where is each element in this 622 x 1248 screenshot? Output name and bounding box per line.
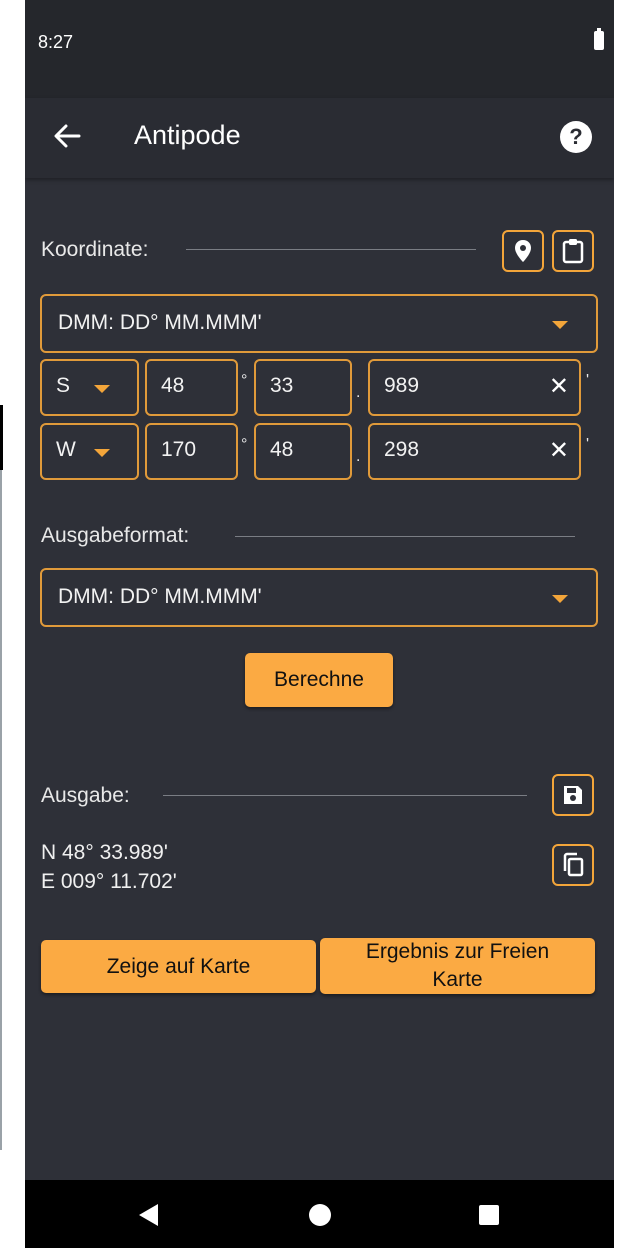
phone-screen: 8:27 Antipode ? Koordinate: DMM: DD° MM.… — [25, 0, 614, 1248]
decimal-separator: . — [356, 448, 361, 465]
help-button[interactable]: ? — [560, 121, 592, 153]
latitude-minutes-field[interactable]: 33 — [254, 359, 352, 416]
calculate-button[interactable]: Berechne — [245, 653, 393, 707]
longitude-minutes-value: 48 — [270, 438, 294, 461]
result-text: N 48° 33.989' E 009° 11.702' — [41, 838, 177, 896]
nav-home-icon[interactable] — [309, 1204, 331, 1226]
copy-button[interactable] — [552, 844, 594, 886]
save-icon — [564, 786, 582, 804]
location-button[interactable] — [502, 230, 544, 272]
output-format-divider — [235, 536, 575, 537]
left-edge-light — [0, 470, 2, 1150]
chevron-down-icon — [94, 449, 110, 457]
latitude-hemisphere-select[interactable]: S — [40, 359, 139, 416]
coordinate-divider — [186, 249, 476, 250]
app-bar: Antipode ? — [25, 98, 614, 178]
output-label: Ausgabe: — [41, 784, 130, 807]
status-bar: 8:27 — [25, 0, 614, 98]
page-title: Antipode — [134, 120, 241, 150]
latitude-decimal-value: 989 — [384, 374, 420, 397]
latitude-degrees-field[interactable]: 48 — [145, 359, 238, 416]
longitude-minutes-field[interactable]: 48 — [254, 423, 352, 480]
latitude-decimal-field[interactable]: 989 ✕ — [368, 359, 581, 416]
decimal-separator: . — [356, 384, 361, 401]
nav-recents-icon[interactable] — [479, 1205, 499, 1225]
show-on-map-button[interactable]: Zeige auf Karte — [41, 940, 316, 993]
arrow-back-icon — [54, 124, 81, 148]
degree-symbol: ° — [241, 436, 248, 453]
result-line-1: N 48° 33.989' — [41, 841, 168, 864]
input-format-select[interactable]: DMM: DD° MM.MMM' — [40, 294, 598, 353]
longitude-decimal-value: 298 — [384, 438, 420, 461]
longitude-decimal-field[interactable]: 298 ✕ — [368, 423, 581, 480]
degree-symbol: ° — [241, 372, 248, 389]
output-format-label: Ausgabeformat: — [41, 524, 190, 547]
chevron-down-icon — [552, 595, 568, 603]
longitude-degrees-field[interactable]: 170 — [145, 423, 238, 480]
longitude-hemisphere-value: W — [56, 438, 76, 461]
longitude-hemisphere-select[interactable]: W — [40, 423, 139, 480]
clear-icon[interactable]: ✕ — [549, 373, 569, 401]
minute-symbol: ' — [586, 372, 590, 389]
system-nav-bar — [25, 1180, 614, 1248]
to-free-map-button[interactable]: Ergebnis zur Freien Karte — [320, 938, 595, 994]
output-format-select[interactable]: DMM: DD° MM.MMM' — [40, 568, 598, 627]
clear-icon[interactable]: ✕ — [549, 437, 569, 465]
back-button[interactable] — [51, 118, 83, 154]
chevron-down-icon — [552, 321, 568, 329]
copy-icon — [563, 852, 584, 877]
nav-back-icon[interactable] — [139, 1204, 158, 1226]
latitude-degrees-value: 48 — [161, 374, 185, 397]
coordinate-label: Koordinate: — [41, 238, 149, 261]
status-time: 8:27 — [38, 32, 74, 52]
output-format-value: DMM: DD° MM.MMM' — [58, 585, 262, 608]
output-divider — [163, 795, 527, 796]
chevron-down-icon — [94, 385, 110, 393]
latitude-minutes-value: 33 — [270, 374, 294, 397]
save-button[interactable] — [552, 774, 594, 816]
latitude-hemisphere-value: S — [56, 374, 71, 397]
longitude-degrees-value: 170 — [161, 438, 197, 461]
battery-icon — [594, 28, 604, 50]
location-pin-icon — [515, 240, 531, 262]
paste-button[interactable] — [552, 230, 594, 272]
input-format-value: DMM: DD° MM.MMM' — [58, 311, 262, 334]
help-circle-icon: ? — [569, 124, 583, 149]
left-edge-dark — [0, 405, 3, 470]
minute-symbol: ' — [586, 436, 590, 453]
result-line-2: E 009° 11.702' — [41, 870, 177, 893]
clipboard-icon — [562, 239, 584, 264]
